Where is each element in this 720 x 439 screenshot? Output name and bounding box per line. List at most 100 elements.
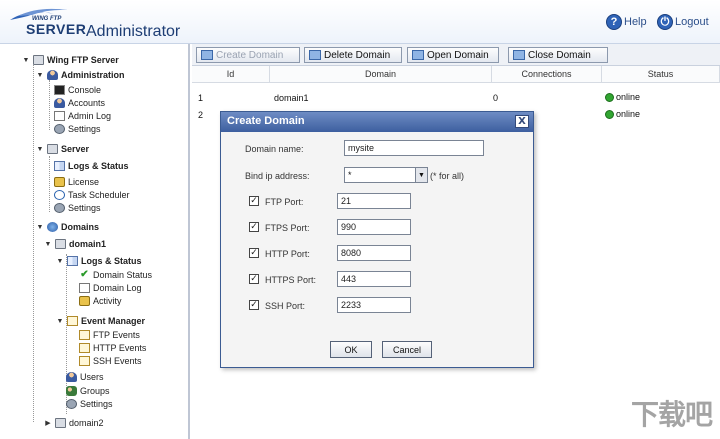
collapse-arrow-icon[interactable]: ▼ xyxy=(56,318,64,325)
tree-label: License xyxy=(68,177,100,187)
column-header-status[interactable]: Status xyxy=(602,66,720,83)
tree-item-event-manager[interactable]: ▼ Event Manager xyxy=(56,315,145,327)
tree-label: Administration xyxy=(61,70,125,80)
event-icon xyxy=(79,356,90,366)
tree-item-domain-logs-status[interactable]: ▼ Logs & Status xyxy=(56,255,142,267)
admin-user-icon xyxy=(47,70,58,80)
tree-label: SSH Events xyxy=(93,356,142,366)
ftp-port-checkbox[interactable]: ✓ xyxy=(249,196,259,206)
watermark-logo: 下载吧 xyxy=(630,398,713,431)
tree-item-domain-log[interactable]: Domain Log xyxy=(79,282,142,294)
logs-status-icon xyxy=(54,161,65,171)
ok-button[interactable]: OK xyxy=(330,341,372,358)
collapse-arrow-icon[interactable]: ▼ xyxy=(22,57,30,64)
tree-label: Event Manager xyxy=(81,316,146,326)
server-icon xyxy=(33,55,44,65)
collapse-arrow-icon[interactable]: ▼ xyxy=(36,224,44,231)
tree-item-ssh-events[interactable]: SSH Events xyxy=(79,355,142,367)
button-label: Create Domain xyxy=(216,49,284,61)
https-port-checkbox[interactable]: ✓ xyxy=(249,274,259,284)
event-manager-icon xyxy=(67,316,78,326)
dialog-close-button[interactable]: X xyxy=(515,115,529,128)
column-header-domain[interactable]: Domain xyxy=(270,66,492,83)
collapse-arrow-icon[interactable]: ▼ xyxy=(36,72,44,79)
tree-item-groups[interactable]: Groups xyxy=(66,385,110,397)
tree-label: Console xyxy=(68,85,102,95)
column-header-connections[interactable]: Connections xyxy=(492,66,602,83)
collapse-arrow-icon[interactable]: ▼ xyxy=(44,241,52,248)
tree-label: Domains xyxy=(61,222,100,232)
column-header-id[interactable]: Id xyxy=(192,66,270,83)
wing-ftp-logo: WING FTP SERVER xyxy=(8,6,86,38)
tree-item-ftp-events[interactable]: FTP Events xyxy=(79,329,140,341)
online-status-icon xyxy=(605,92,614,102)
tree-item-server-settings[interactable]: Settings xyxy=(54,202,101,214)
status-label: online xyxy=(616,109,641,119)
expand-arrow-icon[interactable]: ▶ xyxy=(44,419,52,427)
https-port-input[interactable]: 443 xyxy=(337,271,411,287)
tree-label: Settings xyxy=(68,203,101,213)
cancel-button[interactable]: Cancel xyxy=(382,341,432,358)
create-domain-button[interactable]: Create Domain xyxy=(196,47,300,63)
tree-item-domain2[interactable]: ▶ domain2 xyxy=(44,417,104,429)
chevron-down-icon: ▼ xyxy=(415,168,427,182)
tree-label: Activity xyxy=(93,296,122,306)
groups-icon xyxy=(66,386,77,396)
ftps-port-label: FTPS Port: xyxy=(265,223,310,233)
http-port-input[interactable]: 8080 xyxy=(337,245,411,261)
tree-item-server-logs-status[interactable]: Logs & Status xyxy=(54,160,129,172)
cell-id: 1 xyxy=(198,93,204,103)
tree-item-administration[interactable]: ▼ Administration xyxy=(36,69,125,81)
cell-status: online xyxy=(605,92,640,102)
ftp-port-input[interactable]: 21 xyxy=(337,193,411,209)
tree-item-activity[interactable]: Activity xyxy=(79,295,122,307)
app-header: WING FTP SERVER Administrator ? Help ⏻ L… xyxy=(0,0,720,44)
online-status-icon xyxy=(605,109,614,119)
ftps-port-input[interactable]: 990 xyxy=(337,219,411,235)
tree-item-license[interactable]: License xyxy=(54,176,99,188)
tree-label: HTTP Events xyxy=(93,343,147,353)
tree-item-users[interactable]: Users xyxy=(66,371,104,383)
close-domain-button[interactable]: Close Domain xyxy=(508,47,608,63)
cell-id: 2 xyxy=(198,110,204,120)
ssh-port-checkbox[interactable]: ✓ xyxy=(249,300,259,310)
users-icon xyxy=(66,372,77,382)
tree-item-server[interactable]: ▼ Server xyxy=(36,143,89,155)
button-label: Delete Domain xyxy=(324,49,391,61)
collapse-arrow-icon[interactable]: ▼ xyxy=(36,146,44,153)
ssh-port-input[interactable]: 2233 xyxy=(337,297,411,313)
help-link[interactable]: ? Help xyxy=(606,14,647,30)
power-icon: ⏻ xyxy=(657,14,673,30)
domain-icon xyxy=(55,239,66,249)
event-icon xyxy=(79,330,90,340)
tree-item-admin-settings[interactable]: Settings xyxy=(54,123,101,135)
tree-label: Server xyxy=(61,144,90,154)
tree-item-http-events[interactable]: HTTP Events xyxy=(79,342,146,354)
help-icon: ? xyxy=(606,14,622,30)
collapse-arrow-icon[interactable]: ▼ xyxy=(56,258,64,265)
tree-item-domain-settings[interactable]: Settings xyxy=(66,398,113,410)
tree-item-task-scheduler[interactable]: Task Scheduler xyxy=(54,189,130,201)
ftps-port-checkbox[interactable]: ✓ xyxy=(249,222,259,232)
http-port-label: HTTP Port: xyxy=(265,249,310,259)
tree-item-domain-status[interactable]: ✔ Domain Status xyxy=(79,269,152,281)
tree-line xyxy=(33,62,34,422)
domain-icon xyxy=(55,418,66,428)
tree-item-domains[interactable]: ▼ Domains xyxy=(36,221,99,233)
tree-item-accounts[interactable]: Accounts xyxy=(54,97,105,109)
delete-domain-button[interactable]: Delete Domain xyxy=(304,47,402,63)
domain-name-input[interactable]: mysite xyxy=(344,140,484,156)
dialog-title-bar[interactable]: Create Domain X xyxy=(221,112,533,132)
app-title: Administrator xyxy=(86,23,181,40)
tree-item-console[interactable]: Console xyxy=(54,84,101,96)
open-domain-button[interactable]: Open Domain xyxy=(407,47,499,63)
tree-root-wing-ftp-server[interactable]: ▼ Wing FTP Server xyxy=(22,54,119,66)
settings-icon xyxy=(54,203,65,213)
logout-link[interactable]: ⏻ Logout xyxy=(657,14,709,30)
tree-item-domain1[interactable]: ▼ domain1 xyxy=(44,238,106,250)
bind-ip-label: Bind ip address: xyxy=(245,171,310,181)
bind-ip-select[interactable]: * ▼ xyxy=(344,167,428,183)
http-port-checkbox[interactable]: ✓ xyxy=(249,248,259,258)
log-icon xyxy=(79,283,90,293)
tree-item-admin-log[interactable]: Admin Log xyxy=(54,110,111,122)
